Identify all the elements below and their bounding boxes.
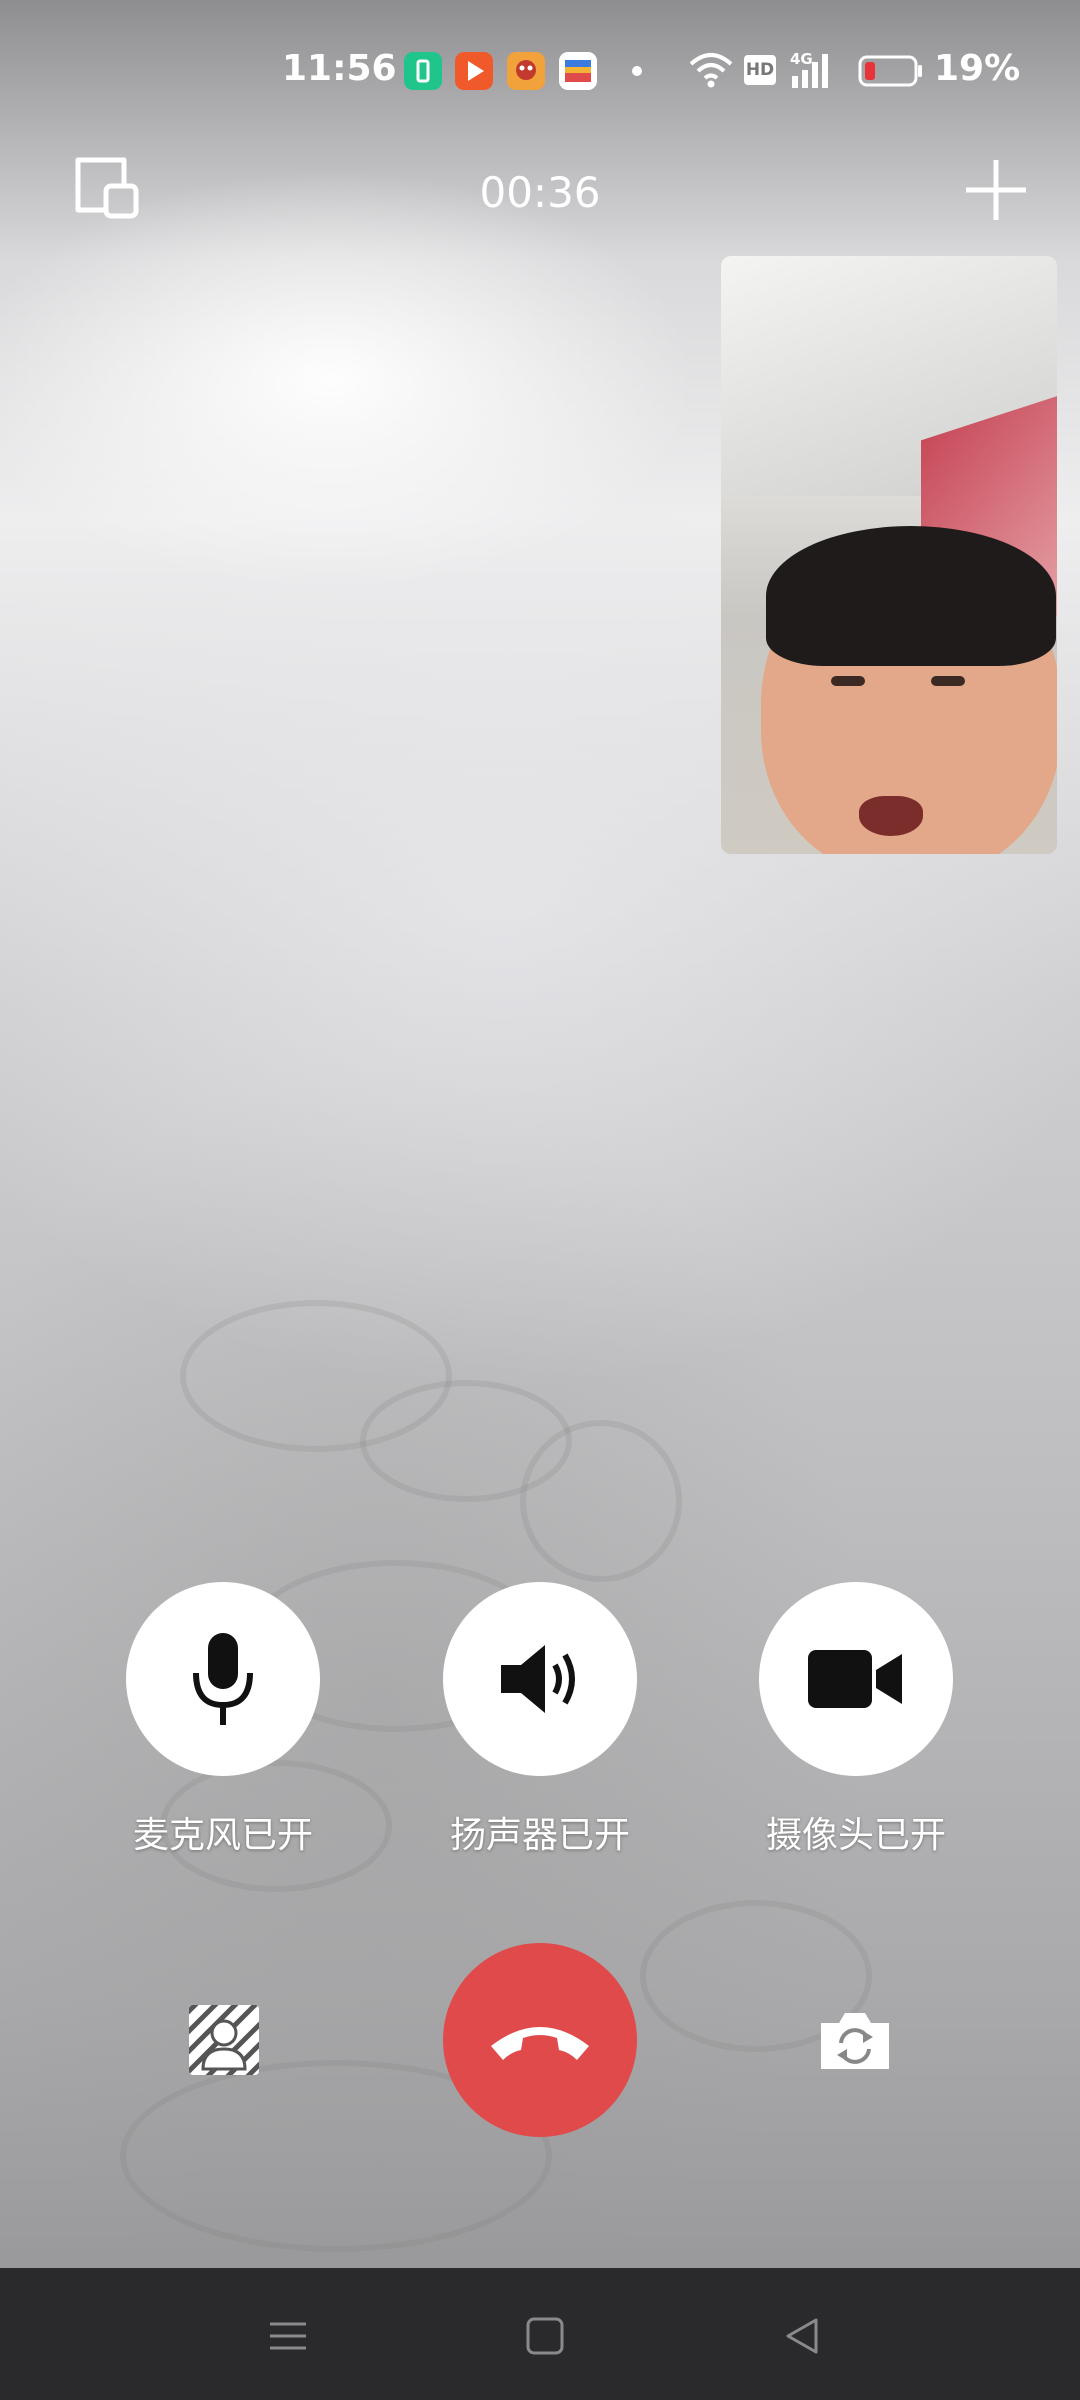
battery-saver-app-icon <box>404 52 442 90</box>
end-call-icon <box>491 2027 589 2060</box>
home-icon <box>526 2317 564 2355</box>
status-time: 11:56 <box>282 48 397 89</box>
wallet-app-icon <box>559 52 597 90</box>
notification-dot <box>632 66 642 76</box>
call-timer: 00:36 <box>479 168 601 217</box>
game-app-icon <box>507 52 545 90</box>
battery-icon <box>858 54 924 92</box>
back-button[interactable] <box>772 2308 832 2364</box>
microphone-label: 麦克风已开 <box>132 1815 313 1856</box>
network-type-label: 4G <box>790 50 813 68</box>
speaker-label: 扬声器已开 <box>449 1815 630 1856</box>
signal-icon: 4G <box>790 50 840 94</box>
recent-apps-button[interactable] <box>258 2308 318 2364</box>
microphone-icon <box>193 1633 253 1725</box>
speaker-button[interactable] <box>443 1582 637 1776</box>
hang-up-button[interactable] <box>443 1943 637 2137</box>
background-blur-button[interactable] <box>184 2000 264 2080</box>
back-icon <box>786 2318 818 2354</box>
local-video-preview[interactable] <box>721 256 1057 854</box>
hd-badge: HD <box>744 55 776 85</box>
speaker-icon <box>501 1645 575 1713</box>
camera-button[interactable] <box>759 1582 953 1776</box>
home-button[interactable] <box>515 2308 575 2364</box>
add-participant-button[interactable] <box>962 156 1030 224</box>
status-bar: 11:56 HD 4G 19% <box>0 0 1080 140</box>
switch-camera-button[interactable] <box>815 2000 895 2080</box>
switch-camera-icon <box>821 2013 889 2069</box>
video-app-icon <box>455 52 493 90</box>
microphone-button[interactable] <box>126 1582 320 1776</box>
system-navigation-bar <box>0 2268 1080 2400</box>
battery-percent: 19% <box>934 48 1021 89</box>
wifi-icon <box>688 50 734 94</box>
camera-label: 摄像头已开 <box>765 1815 946 1856</box>
plus-icon <box>966 160 1026 220</box>
menu-icon <box>270 2322 306 2350</box>
video-camera-icon <box>808 1650 902 1708</box>
portrait-background-icon <box>189 2005 259 2075</box>
